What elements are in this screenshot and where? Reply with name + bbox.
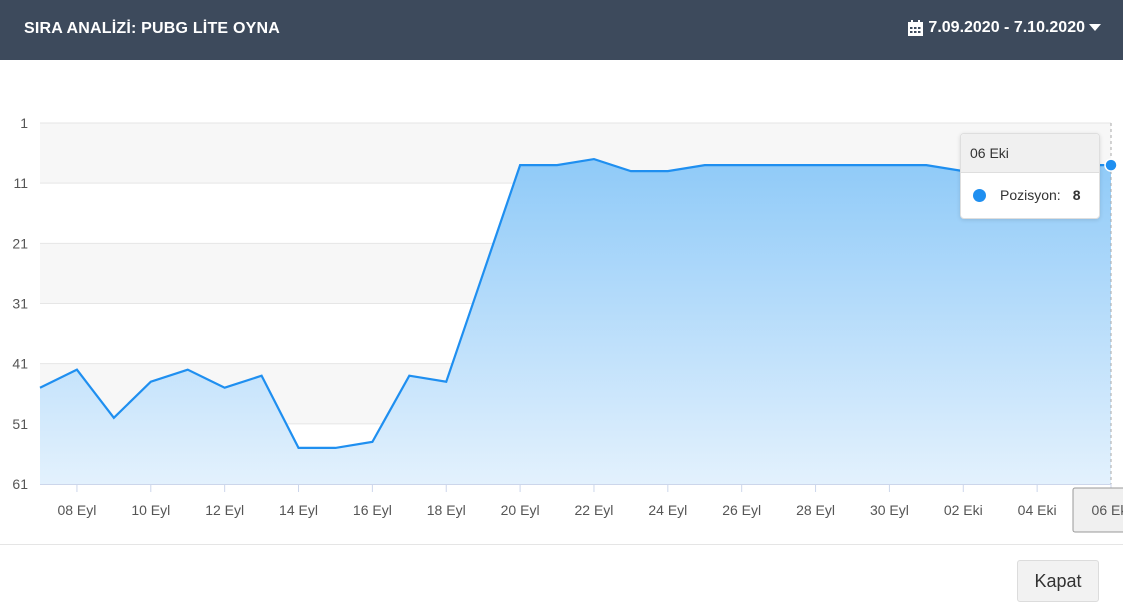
page-title: SIRA ANALİZİ: PUBG LİTE OYNA (24, 20, 280, 37)
x-tick-label: 06 Eki (1092, 502, 1123, 518)
date-range-dropdown[interactable]: 7.09.2020 - 7.10.2020 (907, 19, 1101, 37)
x-tick-label: 20 Eyl (501, 502, 540, 518)
tooltip-value: 8 (1072, 187, 1081, 203)
y-tick-label: 31 (12, 296, 28, 312)
caret-down-icon (1089, 24, 1101, 32)
chart-svg: 1112131415161 08 Eyl 10 Eyl 12 Eyl 14 Eyl 16… (12, 115, 1123, 533)
chart-tooltip: 06 Eki Pozisyon: 8 (960, 133, 1100, 219)
y-tick-label: 51 (12, 416, 28, 432)
x-tick-label: 22 Eyl (575, 502, 614, 518)
y-tick-label: 61 (12, 476, 28, 492)
series-area (40, 159, 1111, 484)
close-button[interactable]: Kapat (1017, 560, 1099, 602)
x-tick-label: 18 Eyl (427, 502, 466, 518)
tooltip-date: 06 Eki (961, 134, 1099, 173)
y-tick-label: 21 (12, 235, 28, 251)
x-tick-label: 04 Eki (1018, 502, 1057, 518)
x-tick-label: 14 Eyl (279, 502, 318, 518)
x-tick-label: 26 Eyl (722, 502, 761, 518)
tooltip-series-label: Pozisyon: (1000, 187, 1061, 203)
y-tick-label: 41 (12, 356, 28, 372)
x-tick-label: 10 Eyl (131, 502, 170, 518)
rank-chart: 1 11 21 31 41 51 61 08 Eyl 10 Eyl 12 Eyl 14 Eyl 16… (0, 60, 1123, 544)
hover-point (1104, 158, 1118, 172)
y-tick-label: 11 (13, 175, 28, 191)
x-tick-label: 28 Eyl (796, 502, 835, 518)
x-tick-label: 24 Eyl (648, 502, 687, 518)
calendar-icon (907, 19, 924, 37)
x-tick-label: 02 Eki (944, 502, 983, 518)
y-tick-label: 1 (20, 115, 28, 131)
header-bar: SIRA ANALİZİ: PUBG LİTE OYNA 7.09.2020 -… (0, 0, 1123, 60)
series-dot-icon (973, 188, 986, 202)
x-tick-label: 16 Eyl (353, 502, 392, 518)
footer: Kapat (0, 544, 1123, 615)
date-range-label: 7.09.2020 - 7.10.2020 (928, 19, 1085, 36)
x-tick-label: 30 Eyl (870, 502, 909, 518)
x-tick-label: 12 Eyl (205, 502, 244, 518)
x-tick-label: 08 Eyl (57, 502, 96, 518)
tooltip-row: Pozisyon: 8 (961, 173, 1099, 217)
